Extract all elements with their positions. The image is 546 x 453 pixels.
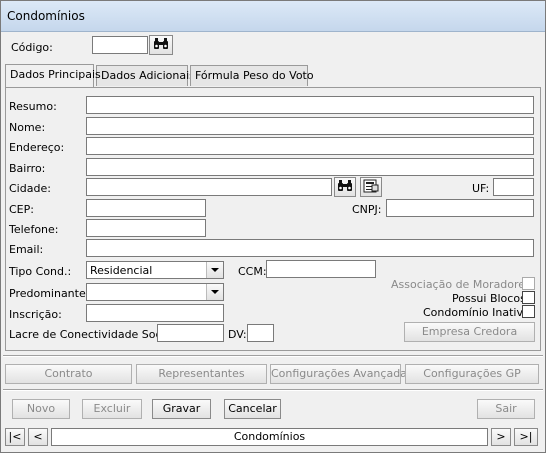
ccm-label: CCM: — [238, 265, 267, 278]
nav-first-button[interactable]: |< — [5, 428, 25, 446]
cidade-input[interactable] — [86, 178, 332, 196]
navigator-label: Condomínios — [51, 428, 488, 446]
inativo-checkbox[interactable] — [522, 305, 535, 318]
resumo-input[interactable] — [86, 96, 534, 114]
chevron-down-icon — [206, 284, 223, 300]
uf-input[interactable] — [493, 178, 534, 196]
inscricao-label: Inscrição: — [9, 308, 62, 321]
inscricao-input[interactable] — [86, 304, 224, 322]
cep-input[interactable] — [86, 199, 206, 217]
lacre-input[interactable] — [157, 324, 224, 342]
cidade-lookup-button[interactable] — [360, 177, 382, 197]
nav-last-button[interactable]: >| — [514, 428, 538, 446]
window-title: Condomínios — [7, 9, 85, 23]
lacre-label: Lacre de Conectividade Social: — [9, 328, 179, 341]
configuracoes-gp-button[interactable]: Configurações GP — [405, 364, 539, 384]
possui-blocos-checkbox[interactable] — [522, 291, 535, 304]
cidade-label: Cidade: — [9, 182, 51, 195]
cidade-search-button[interactable] — [334, 177, 356, 197]
bairro-label: Bairro: — [9, 162, 46, 175]
excluir-button[interactable]: Excluir — [82, 399, 142, 419]
predominante-label: Predominante: — [9, 287, 90, 300]
tab-formula-peso-do-voto[interactable]: Fórmula Peso do Voto — [190, 65, 314, 86]
nome-label: Nome: — [9, 121, 46, 134]
cancelar-button[interactable]: Cancelar — [224, 399, 281, 419]
codigo-search-button[interactable] — [149, 35, 173, 55]
form-lookup-icon — [363, 179, 379, 196]
tab-dados-principais[interactable]: Dados Principais — [5, 64, 101, 87]
binoculars-icon — [153, 37, 169, 53]
possui-blocos-label: Possui Blocos — [452, 292, 526, 305]
uf-label: UF: — [472, 182, 490, 195]
nome-input[interactable] — [86, 117, 534, 135]
codigo-input[interactable] — [92, 36, 148, 54]
contrato-button[interactable]: Contrato — [5, 364, 132, 384]
configuracoes-avancadas-button[interactable]: Configurações Avançadas — [270, 364, 413, 384]
predominante-select[interactable] — [86, 283, 224, 301]
ccm-input[interactable] — [266, 260, 376, 278]
resumo-label: Resumo: — [9, 100, 57, 113]
bairro-input[interactable] — [86, 158, 534, 176]
dv-input[interactable] — [247, 324, 274, 342]
email-label: Email: — [9, 243, 44, 256]
telefone-label: Telefone: — [9, 223, 59, 236]
associacao-checkbox[interactable] — [522, 277, 535, 290]
tipo-cond-value: Residencial — [90, 264, 153, 277]
telefone-input[interactable] — [86, 219, 206, 237]
empresa-credora-button[interactable]: Empresa Credora — [404, 322, 535, 342]
inativo-label: Condomínio Inativo — [423, 306, 530, 319]
chevron-down-icon — [206, 262, 223, 278]
email-input[interactable] — [86, 239, 534, 257]
sair-button[interactable]: Sair — [477, 399, 535, 419]
tipo-cond-select[interactable]: Residencial — [86, 261, 224, 279]
cnpj-input[interactable] — [386, 199, 534, 217]
representantes-button[interactable]: Representantes — [136, 364, 267, 384]
associacao-label: Associação de Moradores — [391, 278, 531, 291]
dv-label: DV: — [228, 328, 247, 341]
condominios-window: Condomínios Código: Dados Principais Dad… — [0, 0, 546, 453]
separator — [3, 389, 543, 391]
title-bar: Condomínios — [1, 1, 545, 32]
cnpj-label: CNPJ: — [352, 203, 382, 216]
novo-button[interactable]: Novo — [12, 399, 70, 419]
binoculars-icon — [337, 179, 353, 195]
separator — [3, 355, 543, 357]
endereco-input[interactable] — [86, 137, 534, 155]
nav-prev-button[interactable]: < — [28, 428, 48, 446]
nav-next-button[interactable]: > — [491, 428, 511, 446]
endereco-label: Endereço: — [9, 141, 65, 154]
gravar-button[interactable]: Gravar — [152, 399, 211, 419]
codigo-label: Código: — [11, 41, 53, 54]
tipo-cond-label: Tipo Cond.: — [9, 265, 72, 278]
tab-dados-adicionais[interactable]: Dados Adicionais — [96, 65, 195, 86]
cep-label: CEP: — [9, 203, 34, 216]
